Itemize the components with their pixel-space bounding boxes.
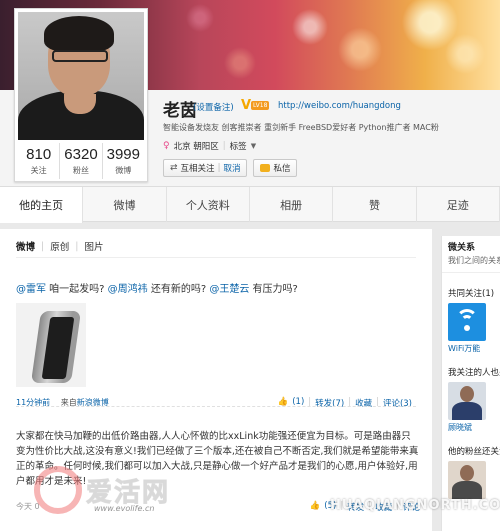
mention-link[interactable]: @周鸿祎 <box>108 284 148 295</box>
wifi-dot <box>464 325 470 331</box>
level-badge[interactable]: LV18 <box>251 101 270 110</box>
ops-divider: | <box>308 397 312 407</box>
fans-follow-heading[interactable]: 他的粉丝还关注 <box>448 445 500 457</box>
filter-original[interactable]: 原创 <box>50 239 69 253</box>
relations-subtitle: 我们之间的关系 <box>448 256 500 265</box>
post-text-segment: 咱一起发吗? <box>46 284 108 295</box>
avatar-hair <box>44 16 114 52</box>
avatar-card: 810 关注 6320 粉丝 3999 微博 <box>14 8 148 182</box>
stat-fans-label: 粉丝 <box>72 166 89 175</box>
private-message-label: 私信 <box>273 164 291 174</box>
post-divider <box>16 406 416 407</box>
profile-name: 老茵 <box>163 101 197 121</box>
profile-tagline: 智能设备发烧友 创客推崇者 重剑新手 FreeBSD爱好者 Python推广者 … <box>163 123 439 132</box>
stat-weibo-label: 微博 <box>115 166 132 175</box>
stat-following-label: 关注 <box>30 166 47 175</box>
button-divider: | <box>217 163 221 173</box>
stat-weibo-count: 3999 <box>106 146 140 163</box>
comment-link[interactable]: 评论(3) <box>383 397 412 409</box>
set-remark-link[interactable]: (设置备注) <box>193 101 234 113</box>
tab-likes[interactable]: 赞 <box>333 187 417 222</box>
also-follow-name[interactable]: 顾晓斌 <box>448 422 500 433</box>
mutual-follow-button[interactable]: ⇄ 互相关注 | 取消 <box>163 159 248 177</box>
relations-title: 微关系 <box>448 243 476 253</box>
common-follow-name[interactable]: WiFi万能 <box>448 343 500 354</box>
stat-following[interactable]: 810 关注 <box>18 143 61 179</box>
mention-link[interactable]: @王楚云 <box>209 284 249 295</box>
tab-album[interactable]: 相册 <box>250 187 334 222</box>
post-actions: 👍 (1) | 转发(7) | 收藏 | 评论(3) <box>278 397 412 409</box>
post-image[interactable] <box>16 303 86 387</box>
like-count[interactable]: (1) <box>292 397 304 409</box>
female-gender-icon: ♀ <box>163 141 170 151</box>
profile-meta-row: ♀ 北京 朝阳区 | 标签 ▼ <box>163 140 256 152</box>
filter-all[interactable]: 微博 <box>16 239 35 253</box>
favorite-link[interactable]: 收藏 <box>355 397 372 409</box>
thumbs-up-icon[interactable]: 👍 <box>310 501 321 513</box>
avatar[interactable] <box>18 12 144 140</box>
tab-profile-info[interactable]: 个人资料 <box>167 187 250 222</box>
tab-home[interactable]: 他的主页 <box>0 187 84 223</box>
avatar-glasses <box>52 50 108 62</box>
avatar-head <box>460 386 474 402</box>
wifi-app-avatar[interactable] <box>448 303 486 341</box>
meta-divider: | <box>222 141 226 151</box>
thumbs-up-icon[interactable]: 👍 <box>278 397 289 409</box>
post-time-link[interactable]: 今天 0 <box>16 502 40 511</box>
sidebar-divider <box>442 272 500 273</box>
also-follow-heading[interactable]: 我关注的人也关 <box>448 366 500 378</box>
feed-post-text: 大家都在快马加鞭的出低价路由器,人人心怀做的比xxLink功能强还便宜为目标。可… <box>16 431 419 487</box>
watermark-site: HUAQIANGNORTH.COM <box>330 498 500 513</box>
profile-url-link[interactable]: http://weibo.com/huangdong <box>278 101 401 111</box>
relations-sidebar: 微关系 我们之间的关系 共同关注(1) WiFi万能 我关注的人也关 顾晓斌 他… <box>441 236 500 531</box>
message-icon <box>260 164 271 172</box>
ops-divider: | <box>348 397 352 407</box>
tab-footprints[interactable]: 足迹 <box>417 187 500 222</box>
feed-post: @雷军 咱一起发吗? @周鸿祎 还有新的吗? @王楚云 有压力吗? 11分钟前 … <box>16 281 426 409</box>
feed-filter: 微博 | 原创 | 图片 <box>16 239 416 258</box>
user-avatar[interactable] <box>448 382 486 420</box>
stat-following-count: 810 <box>26 146 52 163</box>
profile-actions: ⇄ 互相关注 | 取消 私信 <box>163 159 298 177</box>
avatar-body <box>452 402 482 420</box>
feed: 微博 | 原创 | 图片 @雷军 咱一起发吗? @周鸿祎 还有新的吗? @王楚云… <box>0 229 432 531</box>
cancel-follow-link[interactable]: 取消 <box>223 162 240 174</box>
ops-divider: | <box>376 397 379 407</box>
post-text-segment: 有压力吗? <box>249 284 298 295</box>
mention-link[interactable]: @雷军 <box>16 284 46 295</box>
avatar-body <box>452 481 482 499</box>
mutual-follow-icon: ⇄ <box>170 163 178 173</box>
repost-link[interactable]: 转发(7) <box>315 397 344 409</box>
mutual-follow-label: 互相关注 <box>180 164 215 174</box>
location-text: 北京 朝阳区 <box>173 142 219 152</box>
filter-images[interactable]: 图片 <box>84 239 103 253</box>
profile-stats: 810 关注 6320 粉丝 3999 微博 <box>18 143 144 179</box>
verified-icon[interactable]: V <box>241 98 251 113</box>
stat-fans[interactable]: 6320 粉丝 <box>60 143 103 179</box>
common-follow-heading[interactable]: 共同关注(1) <box>448 287 500 299</box>
private-message-button[interactable]: 私信 <box>253 159 298 177</box>
user-avatar[interactable] <box>448 461 486 499</box>
stat-weibo[interactable]: 3999 微博 <box>103 143 144 179</box>
chevron-down-icon[interactable]: ▼ <box>251 142 256 150</box>
post-text-segment: 还有新的吗? <box>147 284 210 295</box>
filter-divider: | <box>41 240 45 252</box>
avatar-head <box>460 465 474 481</box>
post-text: @雷军 咱一起发吗? @周鸿祎 还有新的吗? @王楚云 有压力吗? <box>16 281 426 298</box>
tags-link[interactable]: 标签 <box>230 140 247 152</box>
tab-weibo[interactable]: 微博 <box>83 187 167 222</box>
filter-divider: | <box>75 240 79 252</box>
filter-underline <box>16 257 416 258</box>
profile-tabs: 他的主页 微博 个人资料 相册 赞 足迹 <box>0 186 500 223</box>
stat-fans-count: 6320 <box>64 146 98 163</box>
